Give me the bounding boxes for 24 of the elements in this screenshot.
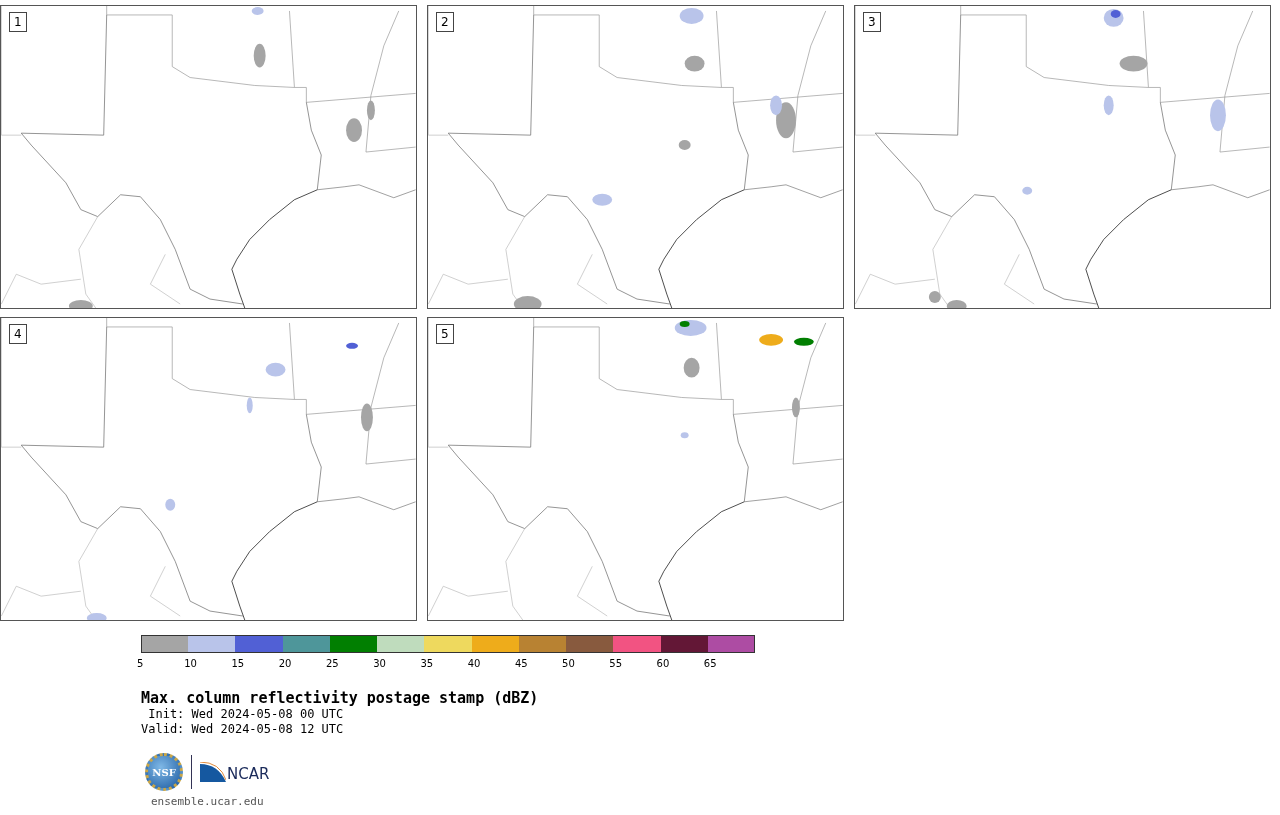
ncar-logo: NCAR [200,762,270,782]
colorbar-tick-label: 20 [278,658,292,669]
panel-number: 3 [863,12,881,32]
website-url: ensemble.ucar.edu [151,795,265,808]
colorbar-tick-label: 5 [137,658,144,669]
panel-number: 2 [436,12,454,32]
colorbar-tick-label: 10 [184,658,197,669]
colorbar-tick-label: 45 [514,658,528,669]
colorbar-tick-label: 65 [703,658,717,669]
colorbar-tick-label: 15 [231,658,245,669]
valid-time: Valid: Wed 2024-05-08 12 UTC [141,722,345,737]
colorbar-tick-label: 55 [609,658,623,669]
chart-title: Max. column reflectivity postage stamp (dBZ) [141,689,540,707]
colorbar-tick-label: 35 [420,658,434,669]
colorbar-tick-label: 50 [562,658,575,669]
panel-number: 5 [436,324,454,344]
colorbar-tick-label: 60 [656,658,670,669]
colorbar-tick-label: 25 [325,658,339,669]
panel-number: 4 [9,324,27,344]
panel-number: 1 [9,12,27,32]
nsf-logo: NSF [145,753,183,791]
init-time: Init: Wed 2024-05-08 00 UTC [147,707,345,722]
colorbar-tick-label: 30 [373,658,386,669]
colorbar-tick-label: 40 [467,658,481,669]
